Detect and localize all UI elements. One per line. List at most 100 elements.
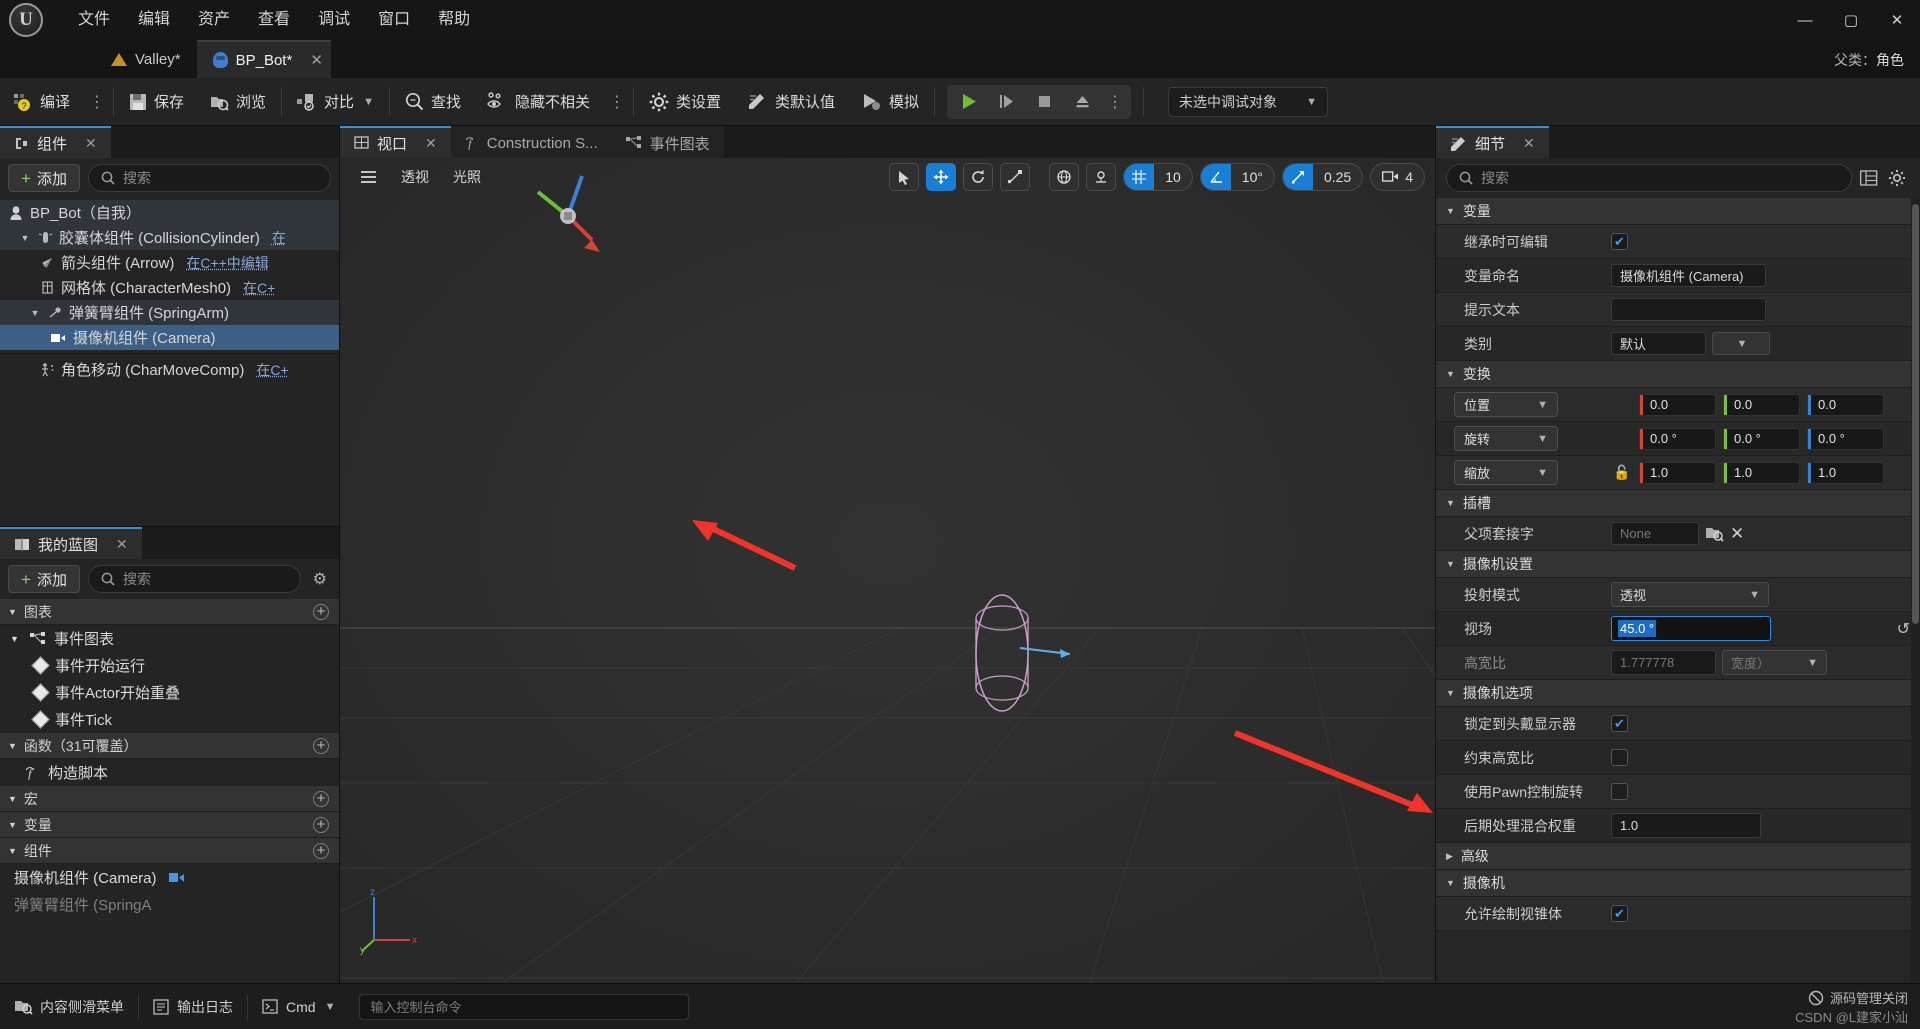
- angle-snap-control[interactable]: 10°: [1199, 163, 1275, 191]
- play-options-kebab[interactable]: ⋮: [1101, 85, 1129, 119]
- cmd-selector[interactable]: Cmd ▼: [248, 984, 349, 1029]
- category-input[interactable]: 默认: [1611, 332, 1706, 355]
- chevron-down-icon[interactable]: ▼: [10, 634, 22, 644]
- simulate-button[interactable]: 模拟: [848, 78, 932, 126]
- grid-snap-icon[interactable]: [1124, 164, 1155, 190]
- add-function-button[interactable]: +: [313, 737, 329, 754]
- category-variable[interactable]: ▼ 变量: [1436, 198, 1920, 225]
- section-functions[interactable]: ▼ 函数（31可覆盖） +: [0, 733, 339, 759]
- close-button[interactable]: ✕: [1874, 0, 1920, 40]
- eject-button[interactable]: [1063, 85, 1101, 119]
- scale-mode-dropdown[interactable]: 缩放 ▼: [1454, 460, 1558, 485]
- use-pawn-control-rotation-checkbox[interactable]: [1611, 783, 1628, 800]
- menu-window[interactable]: 窗口: [364, 0, 424, 40]
- tab-my-blueprint[interactable]: 我的蓝图 ✕: [0, 527, 142, 559]
- category-dropdown[interactable]: ▼: [1712, 332, 1770, 355]
- scale-snap-control[interactable]: 0.25: [1281, 163, 1364, 191]
- chevron-down-icon[interactable]: ▼: [18, 233, 32, 243]
- find-button[interactable]: 查找: [392, 78, 474, 126]
- scale-snap-icon[interactable]: [1282, 164, 1313, 190]
- hide-unrelated-kebab[interactable]: ⋮: [603, 78, 631, 126]
- angle-snap-value[interactable]: 10°: [1231, 164, 1274, 190]
- category-advanced[interactable]: ▶ 高级: [1436, 843, 1920, 870]
- category-camera[interactable]: ▼ 摄像机: [1436, 870, 1920, 897]
- add-component-button[interactable]: + 添加: [8, 164, 80, 192]
- event-actor-begin-overlap[interactable]: 事件Actor开始重叠: [0, 679, 339, 706]
- viewport[interactable]: z x y 透视 光照 10 10° 0.25 4: [340, 158, 1435, 983]
- rotation-mode-dropdown[interactable]: 旋转 ▼: [1454, 426, 1558, 451]
- minimize-button[interactable]: —: [1782, 0, 1828, 40]
- unreal-logo[interactable]: U: [0, 0, 52, 40]
- editable-on-instance-checkbox[interactable]: [1611, 233, 1628, 250]
- scale-y-input[interactable]: 1.0: [1723, 461, 1800, 484]
- section-components[interactable]: ▼ 组件 +: [0, 838, 339, 864]
- tab-bp-bot[interactable]: BP_Bot* ✕: [196, 40, 331, 78]
- move-tool-button[interactable]: [926, 163, 957, 191]
- menu-edit[interactable]: 编辑: [124, 0, 184, 40]
- tab-construction-script[interactable]: f Construction S...: [450, 126, 612, 158]
- hide-unrelated-button[interactable]: 隐藏不相关: [474, 78, 603, 126]
- category-camera-settings[interactable]: ▼ 摄像机设置: [1436, 551, 1920, 578]
- rotate-tool-button[interactable]: [963, 163, 994, 191]
- projection-mode-dropdown[interactable]: 透视 ▼: [1611, 582, 1769, 607]
- event-tick[interactable]: 事件Tick: [0, 706, 339, 733]
- tree-item-spring-arm[interactable]: ▼ 弹簧臂组件 (SpringArm): [0, 300, 339, 325]
- tree-cpp-note[interactable]: 在C+: [256, 360, 288, 380]
- chevron-down-icon[interactable]: ▼: [363, 96, 374, 108]
- category-camera-options[interactable]: ▼ 摄像机选项: [1436, 680, 1920, 707]
- add-blueprint-item-button[interactable]: + 添加: [8, 565, 80, 593]
- clear-socket-icon[interactable]: ✕: [1730, 524, 1744, 544]
- menu-debug[interactable]: 调试: [304, 0, 364, 40]
- variable-name-input[interactable]: 摄像机组件 (Camera): [1611, 264, 1766, 287]
- post-process-blend-input[interactable]: 1.0: [1611, 813, 1761, 838]
- world-local-toggle-button[interactable]: [1049, 163, 1080, 191]
- my-blueprint-search-input[interactable]: 搜索: [87, 565, 301, 593]
- viewport-lighting-button[interactable]: 光照: [443, 164, 491, 190]
- event-begin-play[interactable]: 事件开始运行: [0, 652, 339, 679]
- viewport-menu-button[interactable]: [350, 164, 387, 190]
- aspect-ratio-input[interactable]: 1.777778: [1611, 650, 1716, 675]
- compile-options-kebab[interactable]: ⋮: [83, 78, 111, 126]
- tab-details[interactable]: 细节 ✕: [1436, 126, 1549, 158]
- parent-socket-input[interactable]: None: [1611, 522, 1699, 545]
- rotation-z-input[interactable]: 0.0 °: [1807, 427, 1884, 450]
- scale-lock-icon[interactable]: 🔓: [1611, 464, 1633, 481]
- construction-script-item[interactable]: f 构造脚本: [0, 759, 339, 786]
- menu-view[interactable]: 查看: [244, 0, 304, 40]
- tooltip-input[interactable]: [1611, 298, 1766, 321]
- grid-snap-value[interactable]: 10: [1154, 164, 1192, 190]
- constrain-aspect-checkbox[interactable]: [1611, 749, 1628, 766]
- category-socket[interactable]: ▼ 插槽: [1436, 490, 1920, 517]
- output-log-button[interactable]: 输出日志: [139, 984, 247, 1029]
- location-mode-dropdown[interactable]: 位置 ▼: [1454, 392, 1558, 417]
- tree-item-char-move[interactable]: 角色移动 (CharMoveComp) 在C+: [0, 357, 339, 382]
- details-search-input[interactable]: 搜索: [1446, 164, 1852, 192]
- menu-help[interactable]: 帮助: [424, 0, 484, 40]
- save-button[interactable]: 保存: [116, 78, 197, 126]
- add-variable-button[interactable]: +: [313, 816, 329, 833]
- section-graphs[interactable]: ▼ 图表 +: [0, 599, 339, 625]
- content-drawer-button[interactable]: 内容侧滑菜单: [0, 984, 138, 1029]
- stop-button[interactable]: [1025, 85, 1063, 119]
- add-macro-button[interactable]: +: [313, 790, 329, 807]
- mb-component-camera[interactable]: 摄像机组件 (Camera): [0, 864, 339, 891]
- scale-tool-button[interactable]: [1000, 163, 1031, 191]
- tree-cpp-note[interactable]: 在C++中编辑: [186, 253, 268, 273]
- location-z-input[interactable]: 0.0: [1807, 393, 1884, 416]
- details-scrollbar[interactable]: [1911, 198, 1920, 983]
- tree-item-camera[interactable]: 摄像机组件 (Camera): [0, 325, 339, 350]
- rotation-y-input[interactable]: 0.0 °: [1723, 427, 1800, 450]
- step-button[interactable]: [987, 85, 1025, 119]
- compile-button[interactable]: ? 编译: [0, 78, 83, 126]
- tab-viewport[interactable]: 视口 ✕: [340, 126, 451, 158]
- draw-frustum-checkbox[interactable]: [1611, 905, 1628, 922]
- tree-item-character-mesh[interactable]: 网格体 (CharacterMesh0) 在C+: [0, 275, 339, 300]
- surface-snap-button[interactable]: [1086, 163, 1117, 191]
- class-defaults-button[interactable]: 类默认值: [734, 78, 848, 126]
- debug-object-selector[interactable]: 未选中调试对象 ▼: [1168, 86, 1329, 117]
- browse-button[interactable]: 浏览: [197, 78, 279, 126]
- tab-close-icon[interactable]: ✕: [310, 51, 323, 69]
- scale-snap-value[interactable]: 0.25: [1313, 164, 1362, 190]
- camera-speed-value[interactable]: 4: [1405, 164, 1424, 190]
- tree-cpp-note[interactable]: 在: [272, 228, 286, 248]
